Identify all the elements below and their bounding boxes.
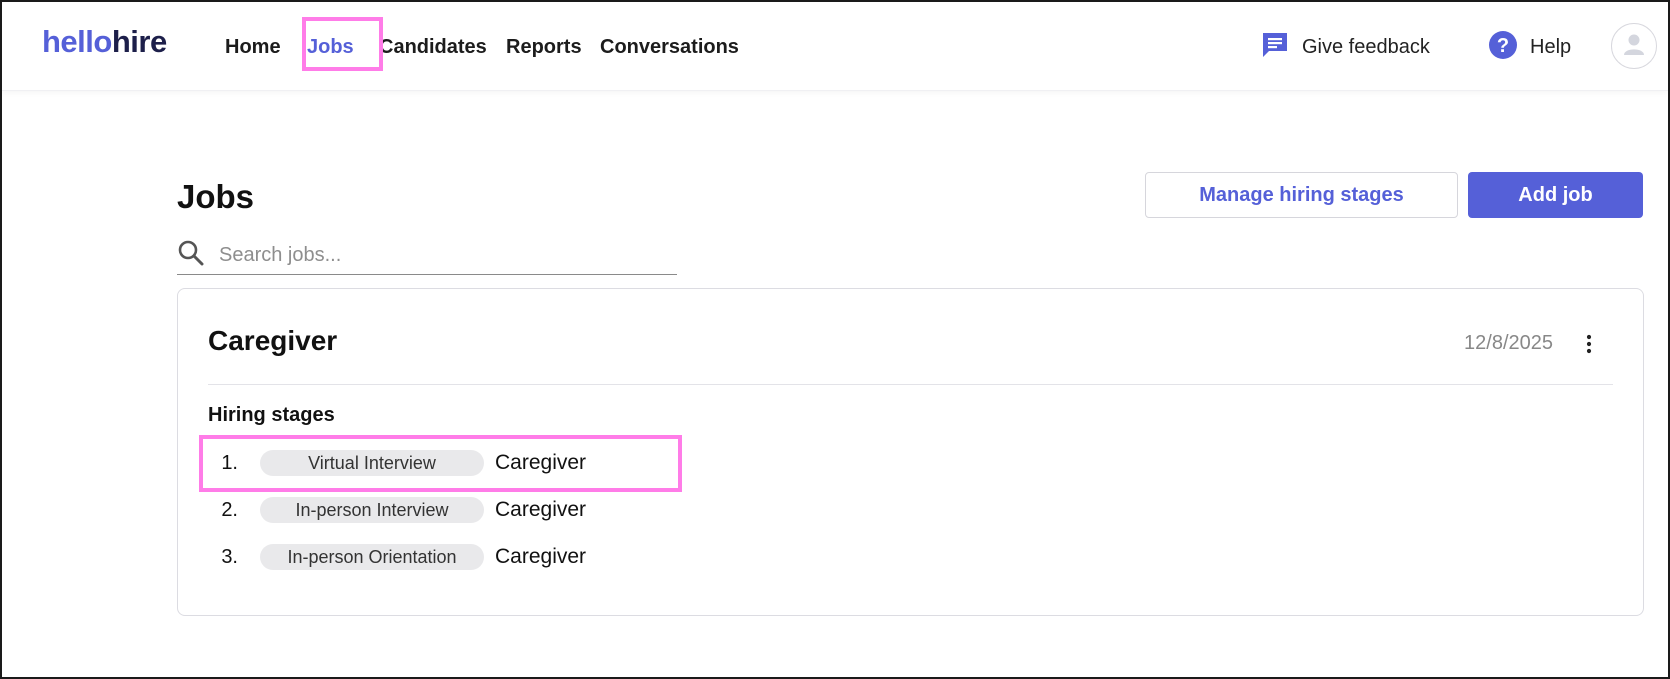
help-button[interactable]: ? Help [1488,30,1571,64]
chat-bubble-icon [1260,30,1290,65]
nav-reports[interactable]: Reports [506,34,582,60]
stage-pill: In-person Orientation [260,544,484,570]
logo-text-hello: hello [42,24,112,59]
nav-home[interactable]: Home [225,34,281,60]
stage-job-name: Caregiver [495,545,587,568]
hiring-stages-heading: Hiring stages [208,404,335,426]
search-bar [177,236,677,275]
job-title[interactable]: Caregiver [208,324,337,358]
top-nav-bar: hellohire Home Jobs Candidates Reports C… [2,2,1668,91]
stage-row-highlight [199,435,682,492]
question-circle-icon: ? [1488,30,1518,65]
card-divider [208,384,1613,385]
give-feedback-label: Give feedback [1302,35,1430,58]
user-avatar-icon [1621,31,1647,62]
manage-hiring-stages-button[interactable]: Manage hiring stages [1145,172,1458,218]
give-feedback-button[interactable]: Give feedback [1260,30,1430,64]
svg-text:?: ? [1497,35,1509,57]
jobs-nav-highlight [302,17,383,71]
nav-candidates[interactable]: Candidates [379,34,487,60]
search-input[interactable] [217,242,661,268]
logo-text-hire: hire [111,24,167,59]
user-avatar-button[interactable] [1611,23,1657,69]
nav-conversations[interactable]: Conversations [600,34,739,60]
page-title: Jobs [177,178,255,215]
more-vertical-icon[interactable] [1577,329,1601,359]
add-job-button[interactable]: Add job [1468,172,1643,218]
hiring-stage-row: 2. In-person Interview Caregiver [208,493,586,527]
job-date: 12/8/2025 [1464,332,1553,354]
hellohire-logo[interactable]: hellohire [42,24,167,60]
help-label: Help [1530,35,1572,58]
stage-number: 3. [221,545,238,568]
app-window: hellohire Home Jobs Candidates Reports C… [0,0,1670,679]
stage-pill: In-person Interview [260,497,484,523]
hiring-stage-row: 3. In-person Orientation Caregiver [208,540,586,574]
stage-job-name: Caregiver [495,498,587,521]
search-icon [177,239,205,272]
stage-number: 2. [221,498,238,521]
